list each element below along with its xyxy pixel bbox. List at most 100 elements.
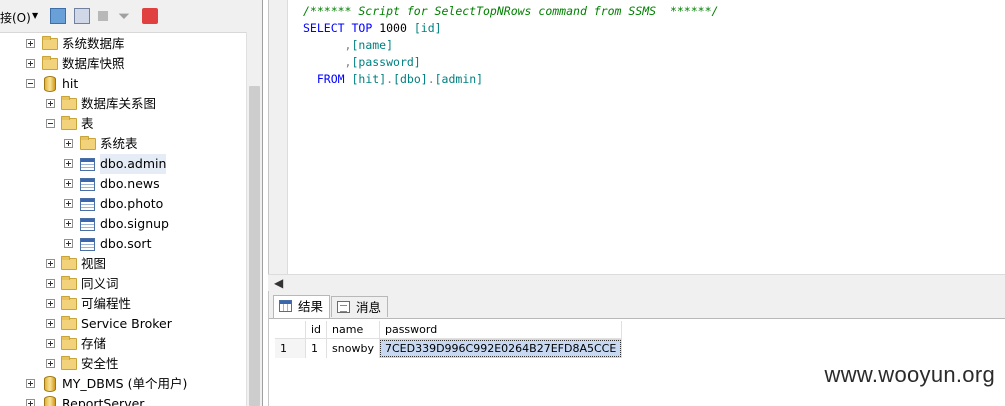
sql-number: 1000	[379, 21, 407, 35]
tree-node-security[interactable]: 安全性	[0, 354, 246, 374]
expand-icon[interactable]	[26, 379, 35, 388]
table-icon	[80, 198, 95, 211]
tree-node-synonyms[interactable]: 同义词	[0, 274, 246, 294]
sql-identifier: [name]	[351, 38, 394, 52]
expand-icon[interactable]	[46, 259, 55, 268]
object-explorer: 接(O) ▼ ⏷ 系统数据库 数据库快照 hit 数据库关系图 表 系统表 db…	[0, 0, 263, 406]
expand-icon[interactable]	[46, 319, 55, 328]
sql-identifier: [password]	[351, 55, 421, 69]
grid-header-row: id name password	[275, 321, 623, 339]
object-tree: 系统数据库 数据库快照 hit 数据库关系图 表 系统表 dbo.admin d…	[0, 34, 246, 406]
sql-identifier: [hit]	[351, 72, 387, 86]
sql-identifier: [id]	[413, 21, 442, 35]
vertical-scrollbar[interactable]	[246, 32, 262, 406]
folder-icon	[61, 336, 77, 350]
expand-icon[interactable]	[64, 179, 73, 188]
folder-icon	[42, 36, 58, 50]
database-icon	[44, 76, 56, 92]
tree-node-storage[interactable]: 存储	[0, 334, 246, 354]
tree-label: 系统数据库	[62, 36, 125, 51]
tree-node-tables[interactable]: 表	[0, 114, 246, 134]
filter-icon[interactable]: ⏷	[118, 8, 134, 24]
column-header[interactable]: id	[305, 321, 328, 339]
tree-node-service-broker[interactable]: Service Broker	[0, 314, 246, 334]
table-icon	[80, 158, 95, 171]
tree-node-dbo-news[interactable]: dbo.news	[0, 174, 246, 194]
connect-icon[interactable]	[50, 8, 66, 24]
query-editor[interactable]: /****** Script for SelectTopNRows comman…	[268, 0, 1005, 274]
tree-label: dbo.news	[100, 176, 160, 191]
horizontal-scrollbar[interactable]: ◀	[268, 274, 1005, 292]
sql-keyword: SELECT	[303, 21, 345, 35]
sql-code[interactable]: /****** Script for SelectTopNRows comman…	[303, 3, 718, 88]
refresh-icon[interactable]	[142, 8, 158, 24]
tab-label: 结果	[298, 299, 324, 314]
expand-icon[interactable]	[46, 339, 55, 348]
table-row[interactable]: 1 1 snowby 7CED339D996C992E0264B27EFD8A5…	[275, 338, 623, 358]
expand-icon[interactable]	[64, 239, 73, 248]
tree-label: 表	[81, 116, 94, 131]
tree-node-views[interactable]: 视图	[0, 254, 246, 274]
results-tabs: 结果 消息	[269, 291, 1005, 319]
column-header[interactable]: password	[379, 321, 623, 339]
expand-icon[interactable]	[26, 399, 35, 406]
grid-cell-selected[interactable]: 7CED339D996C992E0264B27EFD8A5CCE	[379, 338, 623, 358]
grid-cell[interactable]: snowby	[326, 338, 380, 358]
tree-node-dbo-sort[interactable]: dbo.sort	[0, 234, 246, 254]
expand-icon[interactable]	[46, 99, 55, 108]
folder-icon	[61, 356, 77, 370]
folder-icon	[61, 256, 77, 270]
table-icon	[80, 218, 95, 231]
tree-label: dbo.signup	[100, 216, 169, 231]
tree-node-system-databases[interactable]: 系统数据库	[0, 34, 246, 54]
tab-label: 消息	[356, 300, 382, 315]
expand-icon[interactable]	[64, 219, 73, 228]
tree-label: 系统表	[100, 136, 138, 151]
tree-label: dbo.admin	[100, 154, 167, 174]
tab-results[interactable]: 结果	[273, 295, 331, 318]
tree-node-db-diagrams[interactable]: 数据库关系图	[0, 94, 246, 114]
tree-node-dbo-admin[interactable]: dbo.admin	[0, 154, 246, 174]
expand-icon[interactable]	[64, 199, 73, 208]
tree-node-db-snapshots[interactable]: 数据库快照	[0, 54, 246, 74]
row-number[interactable]: 1	[275, 338, 306, 358]
expand-icon[interactable]	[46, 299, 55, 308]
chevron-down-icon[interactable]: ▼	[32, 11, 38, 20]
connect-menu-button[interactable]: 接(O)	[0, 9, 31, 26]
expand-icon[interactable]	[46, 359, 55, 368]
expand-icon[interactable]	[64, 159, 73, 168]
row-header-corner	[275, 321, 306, 339]
folder-icon	[80, 136, 96, 150]
disconnect-icon[interactable]	[74, 8, 90, 24]
tree-node-programmability[interactable]: 可编程性	[0, 294, 246, 314]
collapse-icon[interactable]	[46, 119, 55, 128]
tree-label: MY_DBMS (单个用户)	[62, 376, 188, 391]
table-icon	[80, 238, 95, 251]
tree-label: dbo.photo	[100, 196, 164, 211]
expand-icon[interactable]	[26, 39, 35, 48]
tree-node-hit[interactable]: hit	[0, 74, 246, 94]
tree-node-my-dbms[interactable]: MY_DBMS (单个用户)	[0, 374, 246, 394]
expand-icon[interactable]	[26, 59, 35, 68]
tree-label: 数据库快照	[62, 56, 125, 71]
scroll-left-icon[interactable]: ◀	[274, 276, 283, 290]
stop-icon[interactable]	[98, 11, 108, 21]
tree-node-dbo-photo[interactable]: dbo.photo	[0, 194, 246, 214]
tree-node-system-tables[interactable]: 系统表	[0, 134, 246, 154]
tree-label: 视图	[81, 256, 107, 271]
sql-keyword: FROM	[316, 72, 345, 86]
expand-icon[interactable]	[64, 139, 73, 148]
tree-node-report-server[interactable]: ReportServer	[0, 394, 246, 406]
scrollbar-thumb[interactable]	[249, 86, 260, 406]
tree-node-dbo-signup[interactable]: dbo.signup	[0, 214, 246, 234]
folder-icon	[61, 296, 77, 310]
column-header[interactable]: name	[326, 321, 380, 339]
tab-messages[interactable]: 消息	[331, 296, 389, 317]
collapse-icon[interactable]	[26, 79, 35, 88]
expand-icon[interactable]	[46, 279, 55, 288]
results-grid[interactable]: id name password 1 1 snowby 7CED339D996C…	[275, 321, 623, 358]
grid-cell[interactable]: 1	[305, 338, 328, 358]
folder-icon	[61, 316, 77, 330]
folder-icon	[42, 56, 58, 70]
tree-label: 安全性	[81, 356, 119, 371]
